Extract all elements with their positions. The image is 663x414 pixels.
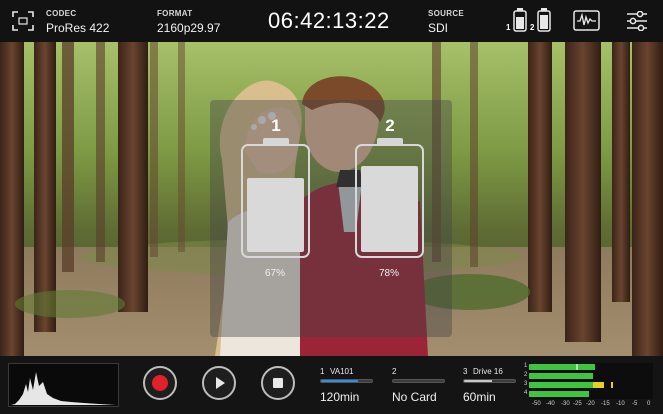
source-group[interactable]: SOURCE SDI xyxy=(428,9,464,35)
format-value: 2160p29.97 xyxy=(157,21,221,35)
stop-button[interactable] xyxy=(261,366,295,400)
meter-3-green xyxy=(529,382,593,388)
battery-1-level xyxy=(247,178,304,252)
battery-1-icon xyxy=(513,8,527,32)
play-button[interactable] xyxy=(202,366,236,400)
meter-channel-1 xyxy=(529,364,653,370)
battery-2-number: 2 xyxy=(385,116,395,135)
meter-3-yellow xyxy=(593,382,604,388)
meter-scale-2: -30 xyxy=(561,401,570,407)
battery-2-percent: 78% xyxy=(378,268,399,279)
codec-group[interactable]: CODEC ProRes 422 xyxy=(46,9,109,35)
slot-2-number: 2 xyxy=(392,367,397,376)
histogram-graph xyxy=(11,372,116,405)
slot-1-number: 1 xyxy=(320,367,325,376)
format-caption: FORMAT xyxy=(157,9,193,18)
meter-channel-3 xyxy=(529,382,653,388)
slot-3-number: 3 xyxy=(463,367,468,376)
audio-meters[interactable] xyxy=(529,363,653,399)
meter-1-green xyxy=(529,364,595,370)
play-icon xyxy=(216,377,225,389)
meter-channel-1-label: 1 xyxy=(524,363,528,369)
meter-scale-7: -5 xyxy=(632,401,638,407)
battery-1-percent: 67% xyxy=(264,268,285,279)
battery-2-label: 2 xyxy=(530,23,535,32)
meter-scale-3: -25 xyxy=(573,401,582,407)
battery-1-number: 1 xyxy=(271,116,281,135)
slot-3-capacity-bar xyxy=(463,379,516,383)
codec-value: ProRes 422 xyxy=(46,21,110,35)
slot-3-remaining: 60min xyxy=(463,390,496,404)
focus-frame-icon[interactable] xyxy=(12,11,34,31)
battery-2-icon xyxy=(537,8,551,32)
battery-1-gauge xyxy=(241,144,310,258)
timecode[interactable]: 06:42:13:22 xyxy=(268,8,390,34)
slot-2-capacity-bar xyxy=(392,379,445,383)
top-status-bar: CODEC ProRes 422 FORMAT 2160p29.97 06:42… xyxy=(0,0,663,42)
stop-icon xyxy=(273,378,283,388)
settings-sliders-icon[interactable] xyxy=(626,10,648,36)
battery-2-gauge xyxy=(355,144,424,258)
histogram[interactable] xyxy=(8,363,119,407)
camera-preview: 1 67% 2 78% xyxy=(0,42,663,356)
bottom-control-bar: 1 VA101 120min 2 No Card 3 Drive 16 60mi… xyxy=(0,356,663,414)
slot-3-capacity-fill xyxy=(464,380,493,382)
slot-2-status: No Card xyxy=(392,390,437,404)
slot-1-capacity-fill xyxy=(321,380,358,382)
meter-scale-8: 0 xyxy=(647,401,651,407)
record-icon xyxy=(152,375,168,391)
meter-channel-4 xyxy=(529,391,653,397)
source-caption: SOURCE xyxy=(428,9,465,18)
meter-scale-1: -40 xyxy=(546,401,555,407)
meter-scale-4: -20 xyxy=(586,401,595,407)
battery-status-group[interactable]: 1 2 xyxy=(504,8,558,34)
meter-3-peak xyxy=(611,382,613,388)
slot-1-capacity-bar xyxy=(320,379,373,383)
meter-scale-5: -15 xyxy=(601,401,610,407)
record-button[interactable] xyxy=(143,366,177,400)
source-value: SDI xyxy=(428,21,449,35)
meter-channel-3-label: 3 xyxy=(524,381,528,387)
meter-2-green xyxy=(529,373,593,379)
meter-4-green xyxy=(529,391,589,397)
meter-channel-2 xyxy=(529,373,653,379)
format-group[interactable]: FORMAT 2160p29.97 xyxy=(157,9,220,35)
meter-scale-6: -10 xyxy=(616,401,625,407)
slot-3-name: Drive 16 xyxy=(473,367,503,376)
codec-caption: CODEC xyxy=(46,9,77,18)
meter-channel-2-label: 2 xyxy=(524,372,528,378)
battery-1-label: 1 xyxy=(506,23,511,32)
meter-1-peak xyxy=(576,364,578,370)
slot-1-name: VA101 xyxy=(330,367,354,376)
slot-1-remaining: 120min xyxy=(320,390,360,404)
battery-2-level xyxy=(361,166,418,252)
scope-icon[interactable] xyxy=(573,10,600,36)
meter-scale-0: -50 xyxy=(532,401,541,407)
meter-channel-4-label: 4 xyxy=(524,390,528,396)
battery-overlay-panel: 1 67% 2 78% xyxy=(210,100,452,337)
